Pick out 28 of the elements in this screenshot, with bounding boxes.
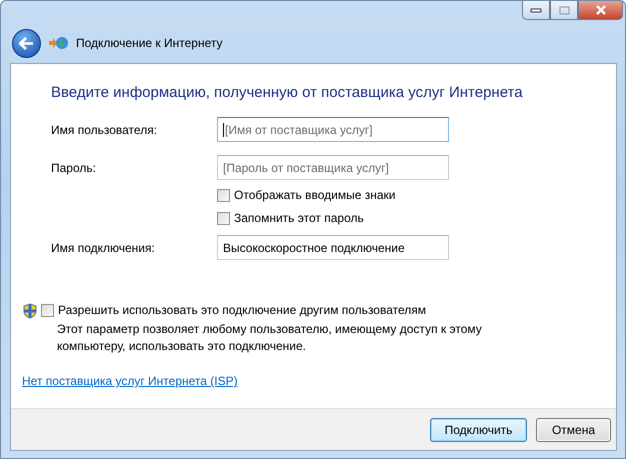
checkbox-label: Разрешить использовать это подключение другим пользователям [58,303,426,317]
checkbox[interactable] [217,188,230,202]
connect-button[interactable]: Подключить [430,418,527,442]
checkbox[interactable] [217,212,230,224]
input-field[interactable]: Высокоскоростное подключение [217,235,449,260]
back-arrow-icon [19,36,34,50]
checkbox-label: Отображать вводимые знаки [234,188,396,202]
shield-icon [23,303,37,319]
back-button[interactable] [12,28,41,58]
maximize-button[interactable] [550,1,578,20]
field-label: Имя пользователя: [51,122,158,136]
minimize-icon [530,8,542,12]
field-label: Пароль: [51,160,97,174]
field-label: Имя подключения: [51,240,156,254]
window-title: Подключение к Интернету [76,36,223,50]
globe-icon [49,36,68,50]
close-button[interactable] [578,1,623,20]
cancel-button[interactable]: Отмена [536,418,611,442]
input-field[interactable]: [Пароль от поставщика услуг] [217,155,449,180]
minimize-button[interactable] [522,1,550,20]
maximize-icon [558,6,570,14]
checkbox[interactable] [41,304,54,316]
input-field[interactable]: [Имя от поставщика услуг] [217,117,449,142]
page-heading: Введите информацию, полученную от поставщика услуг Интернета [51,84,524,101]
close-icon [594,5,606,15]
no-isp-link[interactable]: Нет поставщика услуг Интернета (ISP) [22,374,238,388]
option-description: Этот параметр позволяет любому пользователю, имеющему доступ к этому компьютеру, использовать это подключение. [57,321,483,355]
checkbox-label: Запомнить этот пароль [234,211,364,225]
